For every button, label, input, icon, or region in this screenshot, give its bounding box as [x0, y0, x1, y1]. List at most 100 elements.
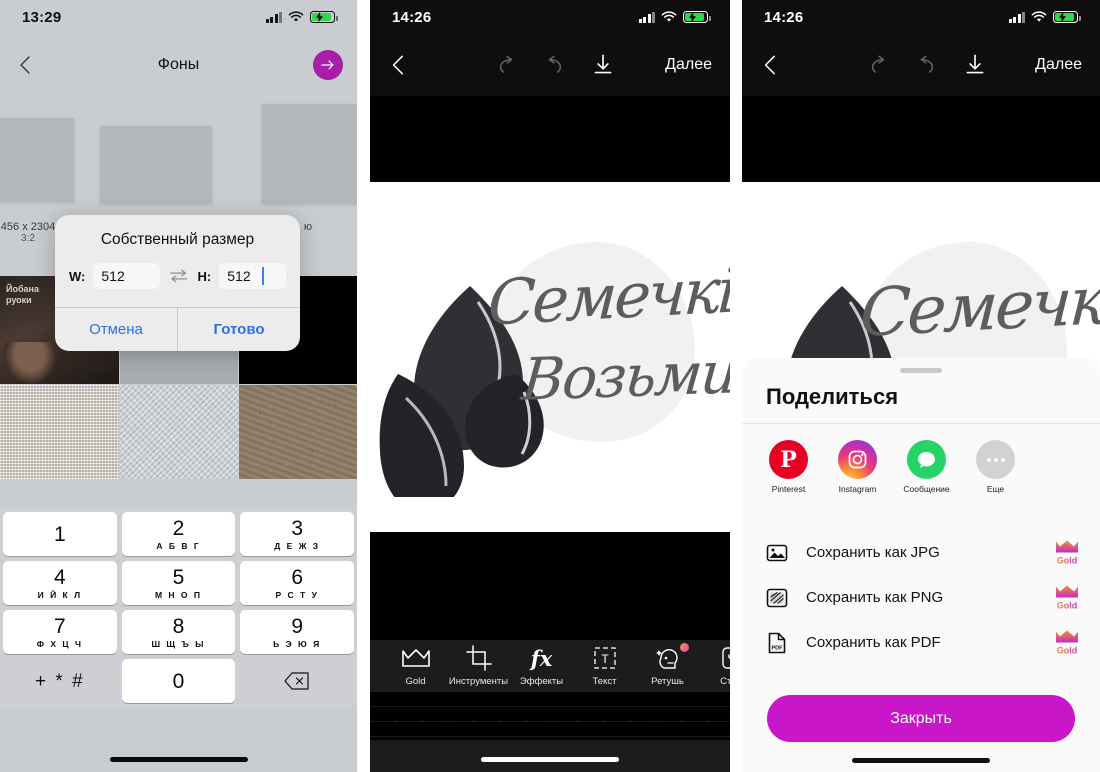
logo-script-line-2: Возьми — [519, 338, 730, 414]
key-9[interactable]: 9 Ь Э Ю Я — [240, 610, 355, 654]
save-options-list: Сохранить как JPG Gold Сохранить как PNG… — [742, 530, 1100, 665]
save-option-pdf[interactable]: PDF Сохранить как PDF Gold — [742, 620, 1100, 665]
share-app-instagram[interactable]: Instagram — [823, 440, 892, 495]
gold-label: Gold — [1056, 555, 1078, 565]
key-6[interactable]: 6 Р С Т У — [240, 561, 355, 605]
save-option-label: Сохранить как JPG — [806, 544, 940, 561]
key-number: 8 — [172, 614, 185, 638]
backspace-icon — [284, 672, 309, 690]
width-input[interactable]: 512 — [93, 263, 161, 289]
tool-effects[interactable]: fx Эффекты — [510, 645, 573, 688]
undo-icon[interactable] — [864, 52, 890, 78]
key-7[interactable]: 7 Ф Х Ц Ч — [3, 610, 117, 654]
done-button[interactable]: Готово — [177, 308, 300, 351]
next-arrow-button[interactable] — [313, 50, 343, 80]
artwork-canvas[interactable]: Семечкі Возьми — [370, 182, 730, 532]
editor-navigation-bar: Далее — [370, 34, 730, 96]
next-button[interactable]: Далее — [1035, 56, 1082, 74]
more-dots-icon — [976, 440, 1015, 479]
numeric-keypad: 1 2 А Б В Г 3 Д Е Ж З 4 И Й К Л 5 М Н О … — [0, 508, 357, 707]
tool-label: Стик — [720, 676, 730, 687]
height-label: H: — [197, 268, 212, 284]
gold-label: Gold — [1056, 645, 1078, 655]
logo-script-line-1: Семечкі — [486, 253, 730, 340]
tool-label: Ретушь — [651, 676, 684, 687]
download-icon[interactable] — [590, 52, 616, 78]
tool-label: Gold — [405, 676, 426, 687]
share-app-messages[interactable]: Сообщение — [892, 440, 961, 495]
save-option-label: Сохранить как PDF — [806, 634, 941, 651]
svg-text:PDF: PDF — [772, 645, 784, 651]
crown-icon — [1056, 585, 1078, 597]
status-bar: 13:29 — [0, 0, 357, 34]
texture-paper-tile[interactable] — [120, 385, 239, 479]
battery-charging-icon — [1053, 11, 1081, 23]
share-apps-row: P Pinterest Instagram Сообщение Еще — [754, 440, 1088, 495]
background-card[interactable] — [100, 126, 212, 204]
chevron-left-icon[interactable] — [386, 52, 412, 78]
texture-linen-tile[interactable] — [0, 385, 119, 479]
tool-text[interactable]: T Текст — [573, 645, 636, 687]
close-button[interactable]: Закрыть — [767, 695, 1075, 742]
crown-icon — [1056, 630, 1078, 642]
signal-bars-icon — [1008, 11, 1025, 23]
phone-panel-editor: 14:26 Далее Семечкі Возьми Gold Инструме… — [370, 0, 730, 772]
wifi-icon — [661, 11, 677, 22]
key-number: 5 — [172, 565, 185, 589]
save-option-jpg[interactable]: Сохранить как JPG Gold — [742, 530, 1100, 575]
background-card[interactable] — [262, 104, 357, 204]
key-symbols-label: + * # — [35, 670, 85, 692]
key-8[interactable]: 8 Ш Щ Ъ Ы — [121, 610, 236, 654]
navigation-bar: Фоны — [0, 34, 357, 96]
key-3[interactable]: 3 Д Е Ж З — [240, 512, 355, 556]
height-input[interactable]: 512 — [219, 263, 286, 289]
cancel-button[interactable]: Отмена — [55, 308, 177, 351]
undo-icon[interactable] — [492, 52, 518, 78]
status-indicators — [638, 11, 711, 23]
pattern-band — [370, 692, 730, 740]
tool-instruments[interactable]: Инструменты — [447, 645, 510, 687]
chevron-left-icon[interactable] — [14, 53, 38, 77]
save-option-png[interactable]: Сохранить как PNG Gold — [742, 575, 1100, 620]
share-sheet: Поделиться P Pinterest Instagram Сообщен… — [742, 358, 1100, 772]
pdf-file-icon: PDF — [768, 632, 786, 653]
key-backspace[interactable] — [240, 659, 354, 703]
share-app-more[interactable]: Еще — [961, 440, 1030, 495]
status-bar: 14:26 — [370, 0, 730, 34]
key-0[interactable]: 0 — [121, 659, 236, 703]
download-icon[interactable] — [962, 52, 988, 78]
background-card[interactable] — [0, 118, 74, 202]
width-value: 512 — [101, 268, 125, 284]
key-letters: Ф Х Ц Ч — [36, 638, 83, 649]
key-5[interactable]: 5 М Н О П — [121, 561, 236, 605]
chevron-left-icon[interactable] — [758, 52, 784, 78]
key-number: 6 — [291, 565, 304, 589]
swap-arrows-icon[interactable] — [168, 266, 189, 286]
key-2[interactable]: 2 А Б В Г — [121, 512, 236, 556]
key-letters: Ш Щ Ъ Ы — [151, 638, 206, 649]
key-4[interactable]: 4 И Й К Л — [3, 561, 117, 605]
tool-retouch[interactable]: Ретушь — [636, 643, 699, 687]
tool-stickers[interactable]: Стик — [699, 645, 730, 687]
messages-icon — [907, 440, 946, 479]
redo-icon[interactable] — [915, 52, 941, 78]
key-number: 3 — [291, 516, 304, 540]
key-1[interactable]: 1 — [3, 512, 117, 556]
canvas-top-letterbox — [370, 96, 730, 182]
share-app-pinterest[interactable]: P Pinterest — [754, 440, 823, 495]
key-symbols[interactable]: + * # — [3, 659, 117, 703]
sticker-icon — [721, 647, 730, 669]
width-label: W: — [69, 268, 86, 284]
editor-navigation-bar: Далее — [742, 34, 1100, 96]
sheet-grabber[interactable] — [900, 368, 942, 373]
tool-gold[interactable]: Gold — [384, 645, 447, 687]
home-indicator — [109, 757, 248, 762]
next-button[interactable]: Далее — [665, 56, 712, 74]
texture-kraft-tile[interactable] — [239, 385, 357, 479]
key-letters: И Й К Л — [37, 589, 83, 600]
home-indicator — [481, 757, 619, 762]
key-number: 2 — [172, 516, 185, 540]
sheet-divider — [742, 423, 1100, 424]
redo-icon[interactable] — [543, 52, 569, 78]
status-time: 14:26 — [764, 8, 804, 26]
